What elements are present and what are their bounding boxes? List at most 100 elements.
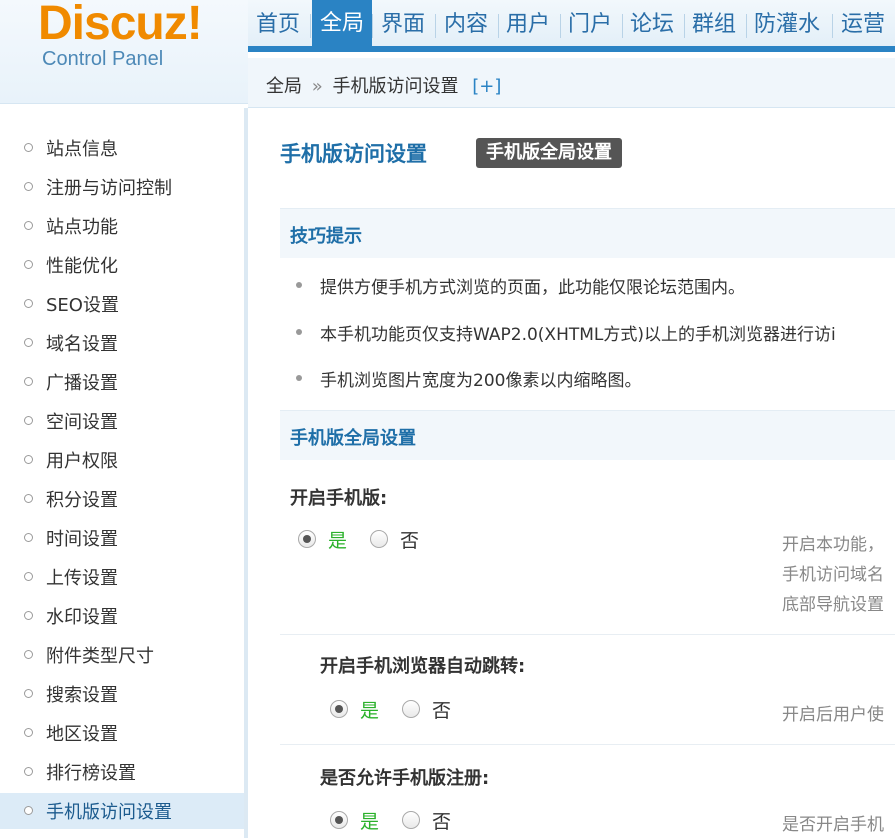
add-shortcut-button[interactable]: [+] <box>472 76 501 97</box>
sidebar-item-label: SEO设置 <box>46 295 119 316</box>
sidebar-item-label: 性能优化 <box>46 256 118 277</box>
bullet-icon <box>24 260 33 269</box>
sidebar-item-label: 排行榜设置 <box>46 763 136 784</box>
nav-users[interactable]: 用户 <box>498 8 558 46</box>
breadcrumb: 全局 » 手机版访问设置 [+] <box>266 72 501 98</box>
auto-redirect-no-radio[interactable] <box>402 700 420 718</box>
field-label-allow-register: 是否允许手机版注册: <box>320 768 490 789</box>
sidebar-item-site-features[interactable]: 站点功能 <box>0 208 244 244</box>
main-content: 手机版访问设置 手机版全局设置 技巧提示 提供方便手机方式浏览的页面，此功能仅限… <box>252 108 895 838</box>
auto-redirect-radio-group: 是 否 <box>330 700 510 726</box>
tip-item: 本手机功能页仅支持WAP2.0(XHTML方式)以上的手机浏览器进行访i <box>296 320 836 345</box>
sidebar-item-site-info[interactable]: 站点信息 <box>0 130 244 166</box>
sidebar-item-watermark[interactable]: 水印设置 <box>0 598 244 634</box>
sidebar-item-search[interactable]: 搜索设置 <box>0 676 244 712</box>
enable-mobile-no-radio[interactable] <box>370 530 388 548</box>
tip-item: 手机浏览图片宽度为200像素以内缩略图。 <box>296 366 641 391</box>
nav-antispam[interactable]: 防灌水 <box>746 8 828 46</box>
nav-home[interactable]: 首页 <box>248 8 308 46</box>
sidebar-item-space[interactable]: 空间设置 <box>0 403 244 439</box>
tip-item: 提供方便手机方式浏览的页面，此功能仅限论坛范围内。 <box>296 273 745 298</box>
bullet-icon <box>24 299 33 308</box>
bullet-icon <box>24 572 33 581</box>
tab-mobile-global-settings[interactable]: 手机版全局设置 <box>476 138 622 168</box>
sidebar-item-broadcast[interactable]: 广播设置 <box>0 364 244 400</box>
row-divider <box>280 744 895 745</box>
row-divider <box>280 634 895 635</box>
sidebar-item-label: 时间设置 <box>46 529 118 550</box>
sidebar: 站点信息 注册与访问控制 站点功能 性能优化 SEO设置 域名设置 广播设置 空… <box>0 108 248 838</box>
sidebar-item-attachment-types[interactable]: 附件类型尺寸 <box>0 637 244 673</box>
auto-redirect-yes-radio[interactable] <box>330 700 348 718</box>
bullet-icon <box>24 533 33 542</box>
sidebar-item-label: 用户权限 <box>46 451 118 472</box>
sidebar-item-label: 积分设置 <box>46 490 118 511</box>
nav-interface[interactable]: 界面 <box>373 8 433 46</box>
sidebar-item-label: 空间设置 <box>46 412 118 433</box>
breadcrumb-root[interactable]: 全局 <box>266 76 302 97</box>
sidebar-item-domain[interactable]: 域名设置 <box>0 325 244 361</box>
sidebar-item-register-access[interactable]: 注册与访问控制 <box>0 169 244 205</box>
sidebar-item-performance[interactable]: 性能优化 <box>0 247 244 283</box>
nav-portal[interactable]: 门户 <box>560 8 620 46</box>
bullet-icon <box>24 494 33 503</box>
sidebar-item-user-permissions[interactable]: 用户权限 <box>0 442 244 478</box>
breadcrumb-current: 手机版访问设置 <box>332 76 459 97</box>
nav-operations[interactable]: 运营 <box>833 8 893 46</box>
breadcrumb-bar: 全局 » 手机版访问设置 [+] <box>248 58 895 108</box>
bullet-icon <box>24 767 33 776</box>
field-description: 开启本功能， 手机访问域名 底部导航设置 <box>782 535 884 615</box>
logo-brand[interactable]: Discuz! <box>38 0 203 51</box>
enable-mobile-radio-group: 是 否 <box>298 530 478 556</box>
sidebar-item-seo[interactable]: SEO设置 <box>0 286 244 322</box>
bullet-icon <box>24 338 33 347</box>
sidebar-item-label: 广播设置 <box>46 373 118 394</box>
sidebar-item-label: 搜索设置 <box>46 685 118 706</box>
radio-label-yes[interactable]: 是 <box>328 526 347 553</box>
sidebar-item-label: 域名设置 <box>46 334 118 355</box>
sidebar-item-time[interactable]: 时间设置 <box>0 520 244 556</box>
radio-label-no[interactable]: 否 <box>432 807 451 834</box>
field-label-auto-redirect: 开启手机浏览器自动跳转: <box>320 656 526 677</box>
sidebar-item-label: 附件类型尺寸 <box>46 646 154 667</box>
control-panel: Discuz! Control Panel 首页 全局 界面 内容 用户 门户 … <box>0 0 895 838</box>
sidebar-item-credits[interactable]: 积分设置 <box>0 481 244 517</box>
bullet-icon <box>24 728 33 737</box>
sidebar-item-mobile-access[interactable]: 手机版访问设置 <box>0 793 244 829</box>
radio-label-no[interactable]: 否 <box>400 526 419 553</box>
sidebar-item-label: 注册与访问控制 <box>46 178 172 199</box>
allow-register-no-radio[interactable] <box>402 811 420 829</box>
nav-content[interactable]: 内容 <box>436 8 496 46</box>
bullet-icon <box>24 416 33 425</box>
sidebar-item-region[interactable]: 地区设置 <box>0 715 244 751</box>
tips-section-header: 技巧提示 <box>280 208 895 258</box>
nav-global[interactable]: 全局 <box>312 0 373 46</box>
sidebar-item-label: 上传设置 <box>46 568 118 589</box>
allow-register-radio-group: 是 否 <box>330 811 510 837</box>
sidebar-item-label: 水印设置 <box>46 607 118 628</box>
tips-heading: 技巧提示 <box>290 226 362 247</box>
bullet-icon <box>24 806 33 815</box>
radio-label-yes[interactable]: 是 <box>360 696 379 723</box>
field-description: 是否开启手机 <box>782 815 884 835</box>
sidebar-item-label: 手机版访问设置 <box>46 802 172 823</box>
bullet-icon <box>24 182 33 191</box>
radio-label-yes[interactable]: 是 <box>360 807 379 834</box>
bullet-icon <box>24 377 33 386</box>
bullet-icon <box>24 650 33 659</box>
field-description: 开启后用户使 <box>782 705 884 725</box>
allow-register-yes-radio[interactable] <box>330 811 348 829</box>
radio-label-no[interactable]: 否 <box>432 696 451 723</box>
breadcrumb-separator: » <box>311 76 323 97</box>
page-title: 手机版访问设置 <box>280 142 427 166</box>
nav-divider <box>310 14 311 38</box>
sidebar-item-ranking[interactable]: 排行榜设置 <box>0 754 244 790</box>
bullet-icon <box>24 611 33 620</box>
bullet-icon <box>24 143 33 152</box>
sidebar-item-upload[interactable]: 上传设置 <box>0 559 244 595</box>
settings-heading: 手机版全局设置 <box>290 428 416 449</box>
bullet-icon <box>24 221 33 230</box>
enable-mobile-yes-radio[interactable] <box>298 530 316 548</box>
nav-forum[interactable]: 论坛 <box>622 8 682 46</box>
nav-groups[interactable]: 群组 <box>684 8 744 46</box>
